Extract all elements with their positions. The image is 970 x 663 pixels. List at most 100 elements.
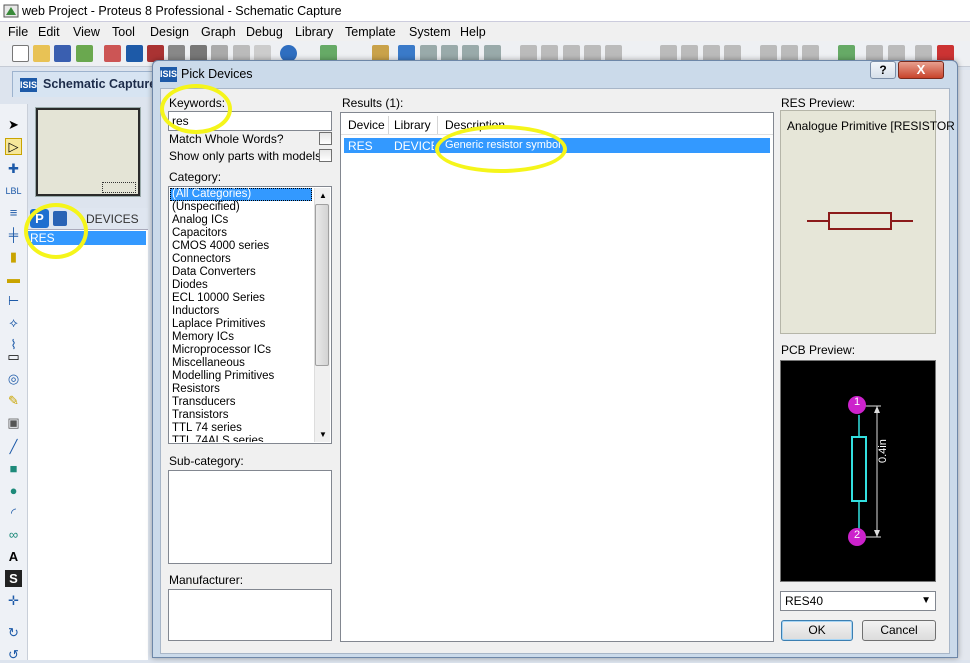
- virtual-instrument-icon[interactable]: ▣: [5, 414, 22, 431]
- menu-file[interactable]: File: [8, 25, 28, 39]
- category-item[interactable]: TTL 74ALS series: [172, 435, 264, 442]
- menu-help[interactable]: Help: [460, 25, 486, 39]
- category-item[interactable]: Resistors: [172, 383, 220, 396]
- preview-description: Analogue Primitive [RESISTOR: [787, 119, 955, 133]
- column-divider: [388, 116, 389, 134]
- import-icon[interactable]: [76, 45, 93, 62]
- menu-tool[interactable]: Tool: [112, 25, 135, 39]
- category-item[interactable]: Diodes: [172, 279, 208, 292]
- new-file-icon[interactable]: [12, 45, 29, 62]
- text-icon[interactable]: A: [5, 548, 22, 565]
- circle-icon[interactable]: ●: [5, 482, 22, 499]
- result-library: DEVICE: [394, 139, 434, 153]
- path-icon[interactable]: ∞: [5, 526, 22, 543]
- ok-button[interactable]: OK: [781, 620, 853, 641]
- highlight-keywords: [160, 84, 232, 134]
- category-item[interactable]: Data Converters: [172, 266, 256, 279]
- device-pins-icon[interactable]: ⊢: [5, 292, 22, 309]
- package-select[interactable]: RES40 ▼: [780, 591, 936, 611]
- menu-edit[interactable]: Edit: [38, 25, 60, 39]
- subcircuit-icon[interactable]: ▮: [5, 248, 22, 265]
- menu-system[interactable]: System: [409, 25, 451, 39]
- match-whole-words-checkbox[interactable]: [319, 132, 332, 145]
- show-models-checkbox[interactable]: [319, 149, 332, 162]
- arc-icon[interactable]: ◜: [5, 504, 22, 521]
- pad-1-label: 1: [854, 396, 861, 408]
- generator-icon[interactable]: ▭: [5, 348, 22, 365]
- schematic-icon[interactable]: [126, 45, 143, 62]
- dimension-label: 0.4in: [877, 439, 889, 463]
- subcategory-list[interactable]: [168, 470, 332, 564]
- rotate-cw-icon[interactable]: ↻: [5, 624, 22, 641]
- menu-template[interactable]: Template: [345, 25, 396, 39]
- component-mode-icon[interactable]: ▷: [5, 138, 22, 155]
- menu-graph[interactable]: Graph: [201, 25, 236, 39]
- pcb-preview-label: PCB Preview:: [781, 343, 856, 357]
- category-item[interactable]: Connectors: [172, 253, 231, 266]
- menu-library[interactable]: Library: [295, 25, 333, 39]
- tab-schematic-capture[interactable]: ISIS Schematic Capture: [12, 71, 162, 97]
- dropdown-arrow-icon: ▼: [921, 595, 931, 606]
- save-icon[interactable]: [54, 45, 71, 62]
- match-whole-words-label: Match Whole Words?: [169, 132, 284, 146]
- category-item[interactable]: Laplace Primitives: [172, 318, 265, 331]
- selection-mode-icon[interactable]: ➤: [5, 116, 22, 133]
- home-icon[interactable]: [104, 45, 121, 62]
- res-preview-panel: Analogue Primitive [RESISTOR: [780, 110, 955, 334]
- category-item[interactable]: Modelling Primitives: [172, 370, 274, 383]
- schematic-icon: ISIS: [160, 67, 177, 82]
- category-item[interactable]: TTL 74 series: [172, 422, 242, 435]
- devices-list[interactable]: [28, 230, 148, 660]
- current-probe-icon[interactable]: ✎: [5, 392, 22, 409]
- dialog-close-button[interactable]: X: [898, 61, 944, 79]
- scroll-down-icon[interactable]: ▼: [319, 430, 327, 439]
- wire-label-icon[interactable]: LBL: [5, 182, 22, 199]
- manufacturer-list[interactable]: [168, 589, 332, 641]
- open-folder-icon[interactable]: [33, 45, 50, 62]
- menu-bar: File Edit View Tool Design Graph Debug L…: [0, 22, 970, 41]
- graph-icon[interactable]: ⟡: [5, 314, 22, 331]
- overview-window[interactable]: [35, 107, 141, 197]
- category-item[interactable]: ECL 10000 Series: [172, 292, 265, 305]
- category-item[interactable]: Memory ICs: [172, 331, 234, 344]
- box-icon[interactable]: ■: [5, 460, 22, 477]
- category-item[interactable]: Transistors: [172, 409, 228, 422]
- menu-debug[interactable]: Debug: [246, 25, 283, 39]
- terminals-icon[interactable]: ▬: [5, 270, 22, 287]
- category-item[interactable]: Miscellaneous: [172, 357, 245, 370]
- junction-dot-icon[interactable]: ✚: [5, 160, 22, 177]
- category-label: Category:: [169, 170, 222, 184]
- tab-label: Schematic Capture: [43, 77, 157, 91]
- category-item[interactable]: Inductors: [172, 305, 219, 318]
- column-divider: [437, 116, 438, 134]
- proteus-app-icon: [3, 4, 19, 18]
- symbol-icon[interactable]: S: [5, 570, 22, 587]
- category-item[interactable]: CMOS 4000 series: [172, 240, 269, 253]
- cancel-button[interactable]: Cancel: [862, 620, 936, 641]
- voltage-probe-icon[interactable]: ◎: [5, 370, 22, 387]
- scroll-up-icon[interactable]: ▲: [319, 191, 327, 200]
- column-library[interactable]: Library: [394, 116, 431, 134]
- column-device[interactable]: Device: [348, 116, 385, 134]
- marker-icon[interactable]: ✛: [5, 592, 22, 609]
- category-item[interactable]: Microprocessor ICs: [172, 344, 271, 357]
- category-item[interactable]: (All Categories): [172, 188, 251, 201]
- category-item[interactable]: (Unspecified): [172, 201, 240, 214]
- menu-view[interactable]: View: [73, 25, 100, 39]
- dialog-help-button[interactable]: ?: [870, 61, 896, 79]
- buses-icon[interactable]: ╪: [5, 226, 22, 243]
- overview-viewport: [102, 182, 136, 193]
- schematic-icon: ISIS: [20, 78, 38, 92]
- category-item[interactable]: Transducers: [172, 396, 236, 409]
- result-device: RES: [348, 139, 373, 153]
- rotate-ccw-icon[interactable]: ↺: [5, 646, 22, 663]
- dialog-title-bar: ISIS Pick Devices: [158, 64, 952, 86]
- category-scroll-thumb[interactable]: [315, 204, 329, 366]
- line-icon[interactable]: ╱: [5, 438, 22, 455]
- menu-design[interactable]: Design: [150, 25, 189, 39]
- category-item[interactable]: Capacitors: [172, 227, 227, 240]
- category-item[interactable]: Analog ICs: [172, 214, 228, 227]
- highlight-description: [435, 125, 567, 173]
- results-table[interactable]: [340, 112, 774, 642]
- text-script-icon[interactable]: ≡: [5, 204, 22, 221]
